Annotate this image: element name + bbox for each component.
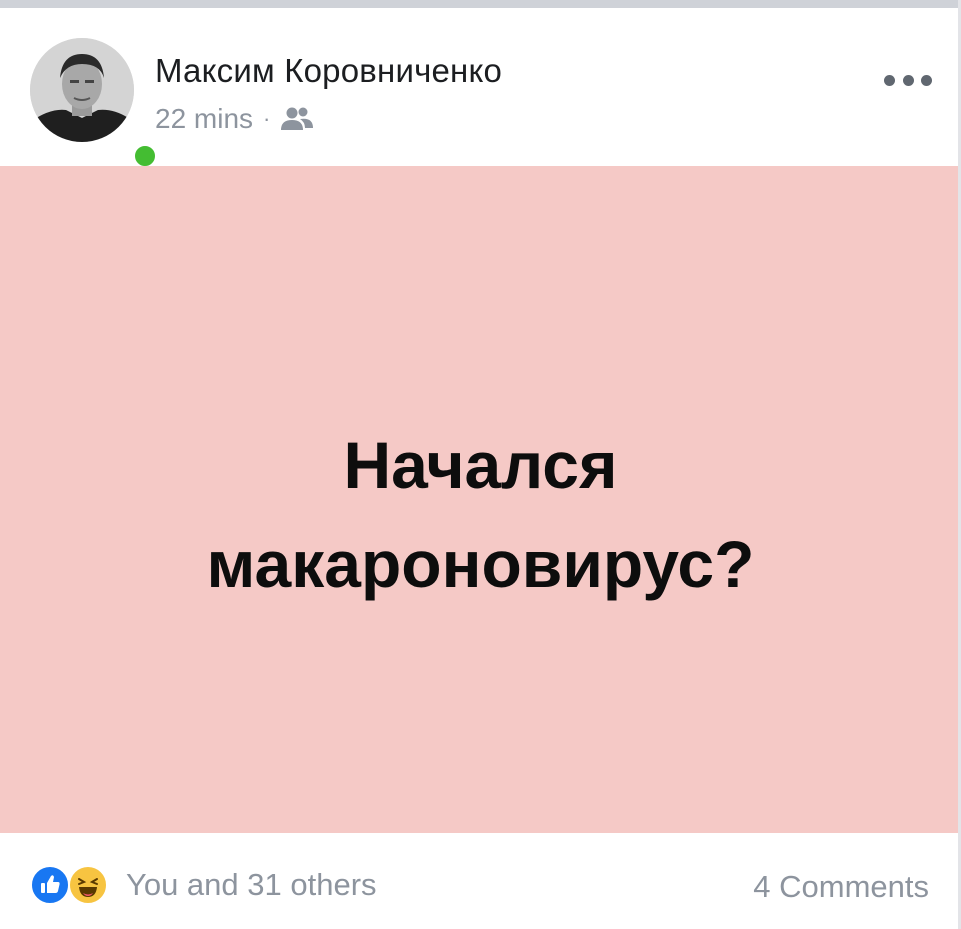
avatar-photo — [30, 38, 134, 142]
more-options-button[interactable] — [884, 68, 932, 92]
more-dot — [884, 74, 895, 86]
post-text-background[interactable]: Начался макароновирус? — [0, 166, 961, 833]
author-name[interactable]: Максим Коровниченко — [155, 52, 502, 90]
like-icon — [30, 865, 70, 905]
post-header: Максим Коровниченко 22 mins · — [0, 8, 961, 170]
more-dot — [921, 74, 932, 86]
comments-count-link[interactable]: 4 Comments — [753, 869, 929, 905]
post-text-line: Начался — [343, 428, 618, 502]
friends-icon[interactable] — [280, 106, 314, 132]
post-meta: 22 mins · — [155, 102, 314, 136]
haha-icon — [68, 865, 108, 905]
post-text-line: макароновирус? — [206, 527, 755, 601]
post-text: Начался макароновирус? — [0, 416, 961, 614]
reactions-summary[interactable]: You and 31 others — [30, 863, 377, 907]
post-timestamp[interactable]: 22 mins — [155, 103, 253, 135]
post-card: Максим Коровниченко 22 mins · Начался ма… — [0, 8, 961, 929]
author-avatar[interactable] — [30, 38, 159, 170]
meta-separator: · — [263, 106, 271, 131]
reactions-count-label: You and 31 others — [126, 867, 377, 902]
reaction-icons — [30, 863, 112, 907]
post-footer: You and 31 others 4 Comments — [0, 833, 961, 929]
top-divider — [0, 0, 961, 8]
more-dot — [902, 74, 914, 86]
